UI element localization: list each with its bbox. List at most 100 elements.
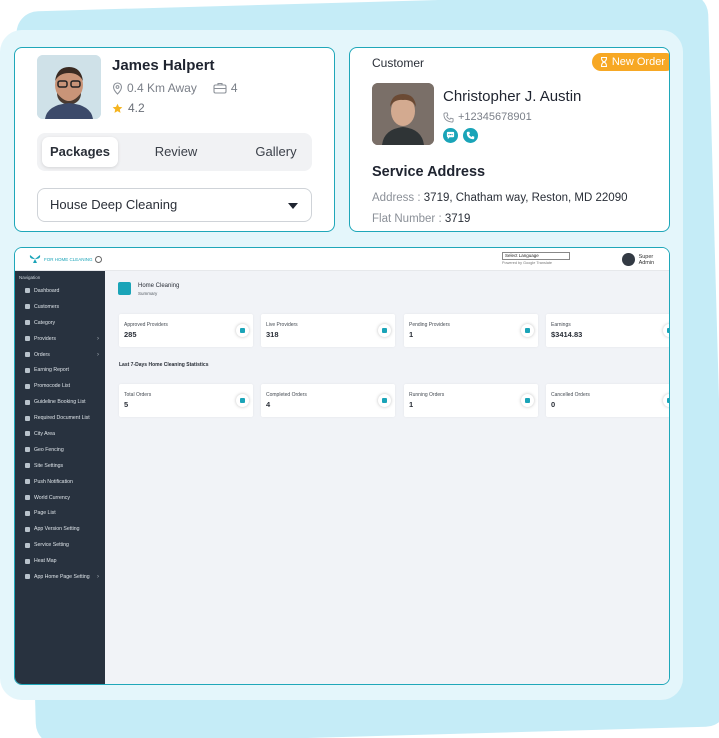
provider-tabs: Packages Review Gallery xyxy=(37,133,312,171)
theme-toggle-icon[interactable] xyxy=(95,256,102,263)
sidebar-item[interactable]: Promocode List xyxy=(15,378,105,394)
brand-logo: FOR HOME CLEANING xyxy=(29,254,93,264)
sidebar-item[interactable]: Service Setting xyxy=(15,537,105,553)
address-key: Address : xyxy=(372,192,424,204)
nav-item-icon xyxy=(25,479,30,485)
stat-card: Completed Orders 4 xyxy=(261,384,395,417)
chat-icon[interactable] xyxy=(443,128,458,143)
provider-meta: 0.4 Km Away 4 xyxy=(112,81,238,95)
star-icon xyxy=(112,103,123,113)
nav-list: Dashboard Customers Category Providers › Orde… xyxy=(15,283,105,585)
sidebar-item[interactable]: Page List xyxy=(15,505,105,521)
stat-value: $3414.83 xyxy=(551,330,583,339)
address-value: 3719, Chatham way, Reston, MD 22090 xyxy=(423,192,628,204)
sidebar-item[interactable]: Earning Report xyxy=(15,362,105,378)
stat-value: 318 xyxy=(266,330,279,339)
nav-item-icon xyxy=(25,542,30,548)
caret-down-icon xyxy=(288,203,298,209)
language-select-value: Select Language xyxy=(505,253,539,258)
stat-value: 285 xyxy=(124,330,137,339)
sidebar-item-label: Service Setting xyxy=(34,542,69,549)
stat-card: Earnings $3414.83 xyxy=(546,314,669,347)
sidebar-item[interactable]: Orders › xyxy=(15,347,105,363)
nav-item-icon xyxy=(25,399,30,405)
top-bar: FOR HOME CLEANING Select Language Powere… xyxy=(15,248,669,271)
sidebar-item[interactable]: Site Settings xyxy=(15,458,105,474)
tab-packages[interactable]: Packages xyxy=(42,137,118,167)
sidebar-item[interactable]: Push Notification xyxy=(15,474,105,490)
sidebar-item-label: Required Document List xyxy=(34,415,90,422)
sidebar-item-label: Heat Map xyxy=(34,558,57,565)
sidebar-item-label: Dashboard xyxy=(34,287,60,294)
stat-card: Cancelled Orders 0 xyxy=(546,384,669,417)
stat-card: Live Providers 318 xyxy=(261,314,395,347)
nav-item-icon xyxy=(25,510,30,516)
promo-stage: James Halpert 0.4 Km Away 4 4.2 Packages… xyxy=(0,0,719,738)
admin-dashboard-screenshot: FOR HOME CLEANING Select Language Powere… xyxy=(14,247,670,685)
sidebar-item-label: Customers xyxy=(34,303,60,310)
sidebar-item[interactable]: App Home Page Setting › xyxy=(15,569,105,585)
language-widget: Select Language Powered by Google Transl… xyxy=(502,252,570,265)
sidebar-item[interactable]: Dashboard xyxy=(15,283,105,299)
powered-by: Powered by Google Translate xyxy=(502,261,553,265)
hourglass-icon xyxy=(600,57,607,67)
customer-label: Customer xyxy=(372,56,425,70)
nav-item-icon xyxy=(25,558,30,564)
page-title: Home Cleaning xyxy=(138,283,180,289)
user-add-icon xyxy=(236,324,249,337)
sidebar-item[interactable]: Required Document List xyxy=(15,410,105,426)
sidebar-item-label: World Currency xyxy=(34,494,70,501)
customer-name: Christopher J. Austin xyxy=(443,88,582,105)
sidebar-item-label: Promocode List xyxy=(34,383,71,390)
stat-label: Running Orders xyxy=(409,392,445,398)
sidebar-item[interactable]: Category xyxy=(15,315,105,331)
sidebar-item-label: Geo Fencing xyxy=(34,446,64,453)
user-avatar-icon xyxy=(622,253,635,266)
cancel-icon xyxy=(663,394,669,407)
sidebar-item[interactable]: City Area xyxy=(15,426,105,442)
provider-distance: 0.4 Km Away xyxy=(127,81,197,95)
call-icon[interactable] xyxy=(463,128,478,143)
customer-phone: +12345678901 xyxy=(443,111,532,123)
brand-name: FOR HOME CLEANING xyxy=(44,256,93,262)
location-pin-icon xyxy=(112,81,123,95)
sidebar-item-label: Page List xyxy=(34,510,56,517)
stat-label: Total Orders xyxy=(124,392,152,398)
home-icon xyxy=(118,282,131,295)
flat-row: Flat Number : 3719 xyxy=(372,213,470,225)
briefcase-icon xyxy=(213,82,227,94)
stat-label: Approved Providers xyxy=(124,322,168,328)
nav-item-icon xyxy=(25,352,30,357)
tab-review[interactable]: Review xyxy=(137,137,215,167)
nav-item-icon xyxy=(25,495,30,501)
sidebar-item[interactable]: Guideline Booking List xyxy=(15,394,105,410)
nav-item-icon xyxy=(25,463,30,469)
customer-avatar xyxy=(372,83,434,145)
wallet-icon xyxy=(663,324,669,337)
chevron-right-icon: › xyxy=(97,335,99,342)
stat-label: Cancelled Orders xyxy=(551,392,590,398)
service-select[interactable]: House Deep Cleaning xyxy=(37,188,312,222)
sidebar-item-label: Category xyxy=(34,319,56,326)
provider-name: James Halpert xyxy=(112,57,215,74)
flat-key: Flat Number : xyxy=(372,213,445,225)
sidebar-item[interactable]: Geo Fencing xyxy=(15,442,105,458)
page-subtitle: Summary xyxy=(138,291,158,296)
stat-value: 5 xyxy=(124,400,129,409)
sidebar-item[interactable]: App Version Setting xyxy=(15,521,105,537)
stats-section-title: Last 7-Days Home Cleaning Statistics xyxy=(119,362,209,368)
sidebar-item-label: City Area xyxy=(34,430,56,437)
chevron-right-icon: › xyxy=(97,351,99,358)
stat-card: Running Orders 1 xyxy=(404,384,538,417)
sidebar-item[interactable]: Customers xyxy=(15,299,105,315)
stat-card: Approved Providers 285 xyxy=(119,314,253,347)
tab-gallery[interactable]: Gallery xyxy=(240,137,312,167)
sidebar-item-label: Site Settings xyxy=(34,462,64,469)
sidebar-item[interactable]: Providers › xyxy=(15,331,105,347)
sidebar-item[interactable]: Heat Map xyxy=(15,553,105,569)
nav-item-icon xyxy=(25,526,30,532)
stat-value: 1 xyxy=(409,400,414,409)
sidebar-item[interactable]: World Currency xyxy=(15,490,105,506)
user-menu[interactable]: Super Admin xyxy=(622,253,669,266)
language-select[interactable]: Select Language xyxy=(502,252,570,260)
